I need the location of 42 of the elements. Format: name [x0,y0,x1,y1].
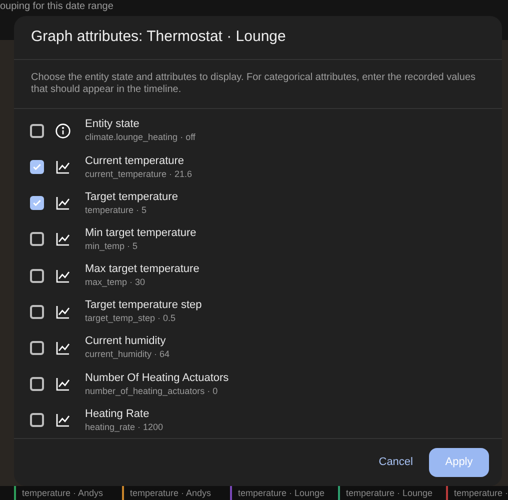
attribute-detail: max_temp · 30 [85,276,146,288]
attribute-detail: temperature · 5 [85,204,148,216]
info-icon [55,122,71,139]
dialog-description: Choose the entity state and attributes to display. For categorical attributes, enter the recorded values that should appear in the timeline. [31,72,477,96]
attribute-detail: climate.lounge_heating · off [85,131,196,144]
attribute-detail: target_temp_step · 0.5 [85,312,177,324]
attribute-detail: current_humidity · 64 [85,348,170,360]
checkbox[interactable] [30,413,44,428]
checkbox[interactable] [30,340,44,355]
checkmark-icon [32,198,42,208]
checkbox[interactable] [30,377,44,392]
attribute-name: Max target temperature [85,263,200,276]
attribute-detail: heating_rate · 1200 [85,420,164,433]
checkbox[interactable] [30,124,44,138]
checkbox[interactable] [30,196,44,210]
checkmark-icon [32,162,42,172]
checkbox[interactable] [30,268,44,283]
attribute-detail: number_of_heating_actuators · 0 [85,384,219,397]
line-chart-icon [55,376,71,392]
line-chart-icon [55,231,71,248]
line-chart-icon [55,304,71,320]
cancel-button[interactable]: Cancel [372,448,419,478]
attribute-name: Current temperature [85,154,186,168]
attribute-detail: min_temp · 5 [85,240,139,252]
attribute-name: Target temperature [85,190,178,204]
attribute-name: Min target temperature [85,226,196,240]
attribute-name: Heating Rate [85,408,150,421]
attribute-name: Entity state [85,118,140,132]
attribute-name: Target temperature step [85,299,202,312]
attribute-name: Number Of Heating Actuators [85,372,229,385]
line-chart-icon [55,340,71,356]
line-chart-icon [55,268,71,284]
line-chart-icon [55,195,71,212]
checkbox[interactable] [30,232,44,246]
checkbox[interactable] [30,160,44,174]
attribute-detail: current_temperature · 21.6 [85,168,192,180]
dialog-title: Graph attributes: Thermostat · Lounge [31,27,286,48]
line-chart-icon [55,412,71,428]
checkbox[interactable] [30,304,44,319]
page-heading: ouping for this date range [0,0,114,13]
attribute-name: Current humidity [85,335,167,348]
line-chart-icon [55,159,71,176]
